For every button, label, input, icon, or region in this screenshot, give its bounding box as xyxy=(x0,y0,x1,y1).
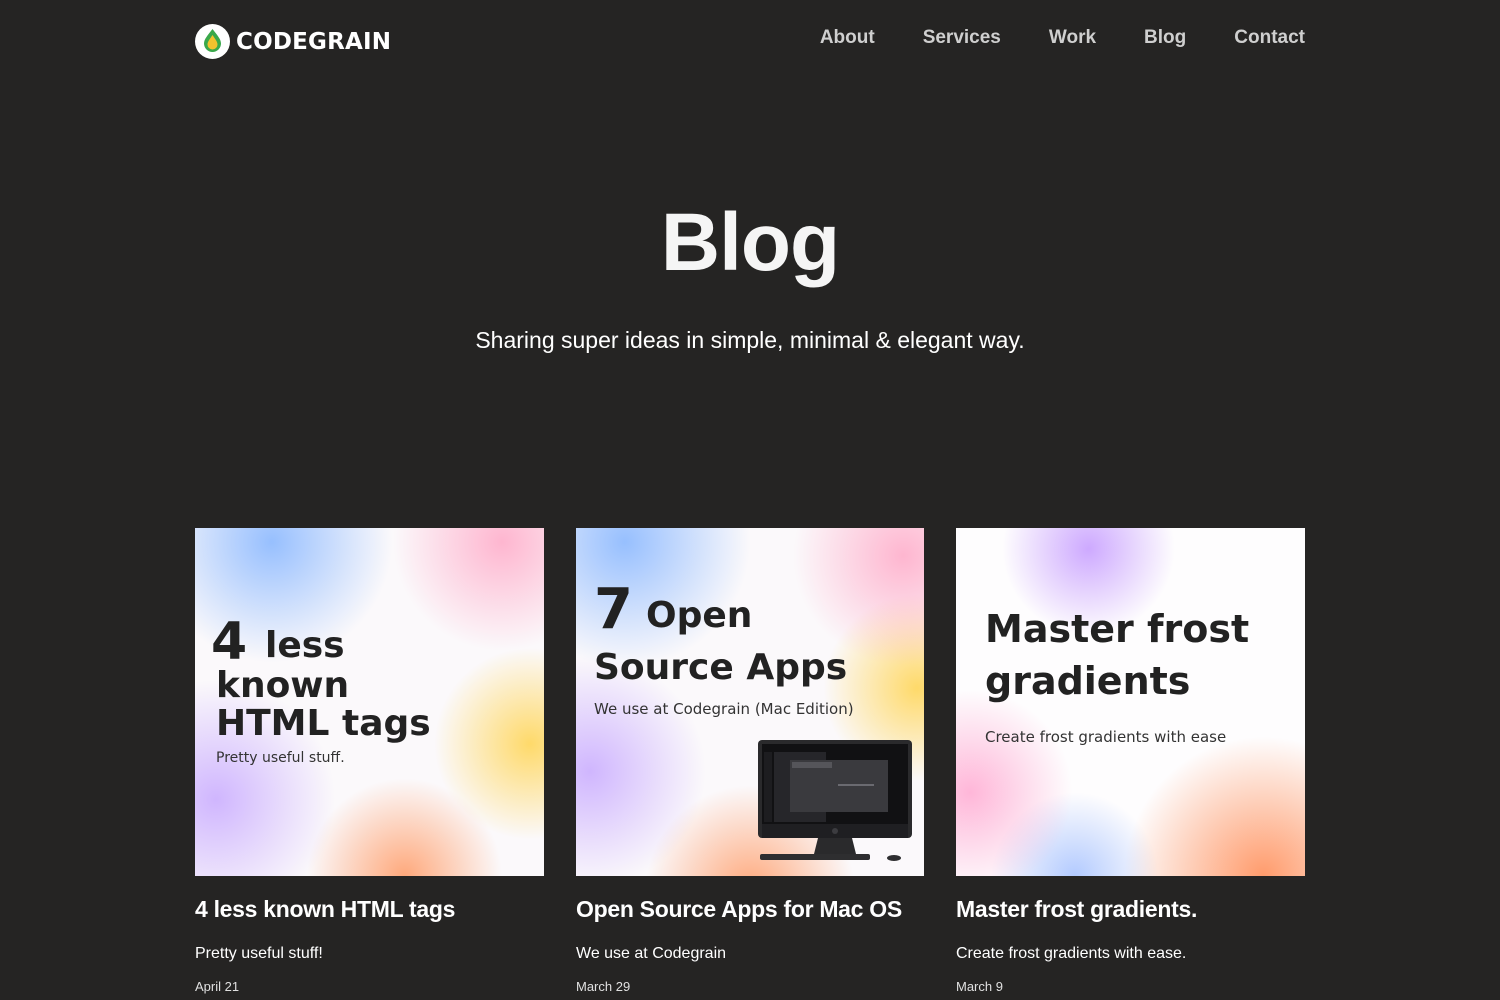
page-subtitle: Sharing super ideas in simple, minimal &… xyxy=(475,327,1025,353)
thumbnail-heading-line: HTML tags xyxy=(216,703,431,744)
thumbnail-number: 4 xyxy=(211,612,248,672)
thumbnail-number: 7 xyxy=(594,577,633,642)
nav-work[interactable]: Work xyxy=(1049,27,1096,49)
thumbnail-heading-line: less xyxy=(265,625,345,666)
blog-card-open-source-apps[interactable]: 7 Open Source Apps We use at Codegrain (… xyxy=(576,528,924,994)
thumbnail-caption: Create frost gradients with ease xyxy=(985,728,1227,746)
blog-card-thumbnail[interactable]: 7 Open Source Apps We use at Codegrain (… xyxy=(576,528,924,876)
thumbnail-heading-line: Master frost xyxy=(985,607,1250,651)
nav-blog[interactable]: Blog xyxy=(1144,27,1186,49)
blog-card-title[interactable]: 4 less known HTML tags xyxy=(195,896,544,923)
blog-card-thumbnail[interactable]: Master frost gradients Create frost grad… xyxy=(956,528,1305,876)
blog-card-frost-gradients[interactable]: Master frost gradients Create frost grad… xyxy=(956,528,1305,994)
site-header: CODEGRAIN About Services Work Blog Conta… xyxy=(195,22,1305,62)
blog-card-description: Pretty useful stuff! xyxy=(195,945,323,962)
thumbnail-heading-line: Open xyxy=(646,595,753,636)
main-nav: About Services Work Blog Contact xyxy=(820,27,1305,49)
nav-contact[interactable]: Contact xyxy=(1234,27,1305,49)
thumbnail-caption: We use at Codegrain (Mac Edition) xyxy=(594,700,854,718)
brand-name: CODEGRAIN xyxy=(236,28,392,55)
blog-card-title[interactable]: Open Source Apps for Mac OS xyxy=(576,896,924,923)
blog-card-date: March 29 xyxy=(576,979,631,994)
site-logo[interactable]: CODEGRAIN xyxy=(195,24,391,59)
thumbnail-heading-line: known xyxy=(216,665,350,706)
blog-card-title[interactable]: Master frost gradients. xyxy=(956,896,1305,923)
page-title: Blog xyxy=(660,197,840,288)
blog-card-html-tags[interactable]: 4 less known HTML tags Pretty useful stu… xyxy=(195,528,544,994)
blog-card-thumbnail[interactable]: 4 less known HTML tags Pretty useful stu… xyxy=(195,528,544,876)
imac-computer-icon xyxy=(758,740,912,861)
blog-card-description: Create frost gradients with ease. xyxy=(956,945,1187,962)
thumbnail-heading-line: Source Apps xyxy=(594,647,848,688)
blog-card-description: We use at Codegrain xyxy=(576,945,727,962)
thumbnail-caption: Pretty useful stuff. xyxy=(216,750,345,766)
nav-services[interactable]: Services xyxy=(923,27,1001,49)
blog-card-date: March 9 xyxy=(956,979,1003,994)
nav-about[interactable]: About xyxy=(820,27,875,49)
blog-card-date: April 21 xyxy=(195,979,240,994)
codegrain-logo-icon xyxy=(195,24,230,59)
thumbnail-heading-line: gradients xyxy=(985,659,1191,703)
